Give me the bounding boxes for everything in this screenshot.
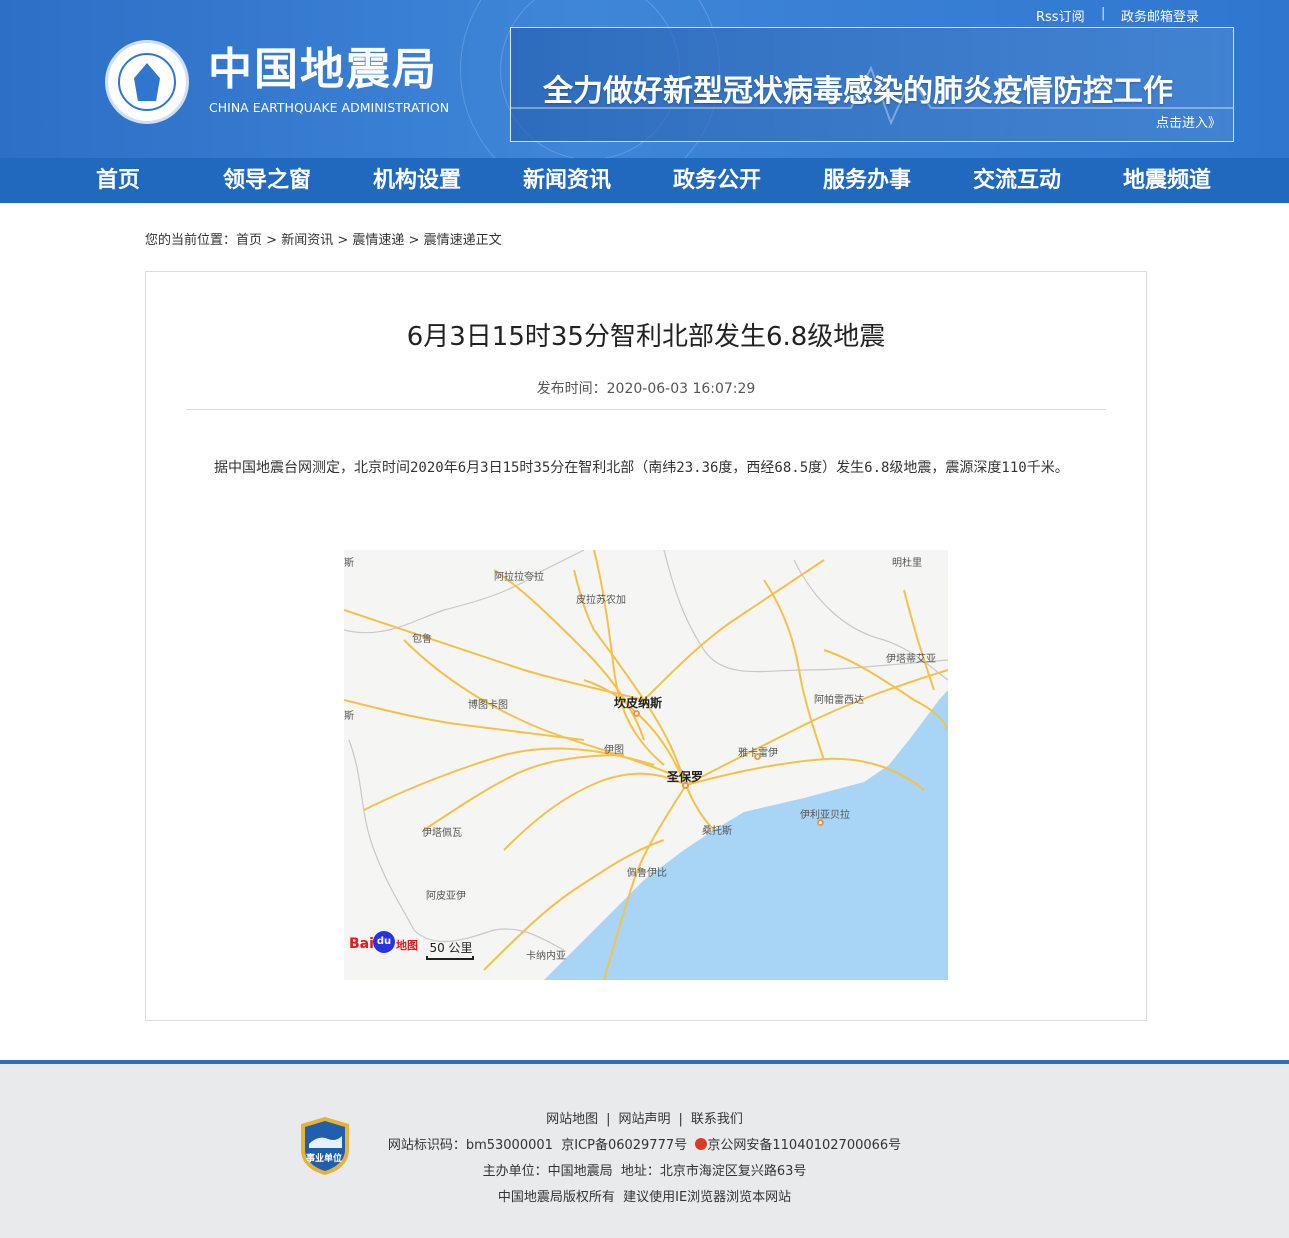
map-scale-label: 50 公里 xyxy=(429,941,473,955)
map-city-label: 皮拉苏农加 xyxy=(576,595,626,606)
map-city-label: 桑托斯 xyxy=(702,826,732,837)
map-city-marker xyxy=(682,782,689,789)
breadcrumb-item-news[interactable]: 新闻资讯 xyxy=(281,233,333,248)
icp-link[interactable]: 京ICP备06029777号 xyxy=(561,1138,687,1153)
address-text: 地址：北京市海淀区复兴路63号 xyxy=(620,1164,807,1179)
site-footer: 事业单位 网站地图 | 网站声明 | 联系我们 网站标识码：bm53000001 京IC… xyxy=(0,1060,1289,1238)
banner-title: 全力做好新型冠状病毒感染的肺炎疫情防控工作 xyxy=(543,74,1173,109)
map-canvas xyxy=(344,550,948,980)
site-title[interactable]: 中国地震局 xyxy=(208,44,438,96)
map-city-label: 斯 xyxy=(344,558,354,569)
top-link-separator: | xyxy=(1101,6,1106,21)
baidu-map-logo[interactable]: Bai du 地图 xyxy=(347,931,423,957)
breadcrumb-item-current[interactable]: 震情速递正文 xyxy=(424,233,502,248)
epicenter-map[interactable]: 斯 阿拉拉夸拉 皮拉苏农加 明杜里 包鲁 伊塔蒂艾亚 博图卡图 阿帕雷西达 斯 … xyxy=(344,550,948,980)
breadcrumb-item-home[interactable]: 首页 xyxy=(236,233,262,248)
footer-link-sitemap[interactable]: 网站地图 xyxy=(546,1112,598,1127)
title-divider xyxy=(186,409,1106,410)
map-city-label: 斯 xyxy=(344,711,354,722)
map-city-label: 阿拉拉夸拉 xyxy=(494,572,544,583)
nav-item-home[interactable]: 首页 xyxy=(96,158,140,203)
site-subtitle: CHINA EARTHQUAKE ADMINISTRATION xyxy=(209,100,450,115)
breadcrumb-separator: > xyxy=(262,233,282,248)
footer-copyright-line: 中国地震局版权所有 建议使用IE浏览器浏览本网站 xyxy=(0,1186,1289,1205)
banner-enter-link[interactable]: 点击进入》 xyxy=(1156,112,1221,131)
footer-link-statement[interactable]: 网站声明 xyxy=(618,1112,670,1127)
map-city-label: 伊利亚贝拉 xyxy=(800,810,850,821)
site-id-value: bm53000001 xyxy=(465,1138,553,1153)
map-city-label: 伊塔佩瓦 xyxy=(422,828,462,839)
top-links: Rss订阅 | 政务邮箱登录 xyxy=(1030,6,1220,26)
footer-link-contact[interactable]: 联系我们 xyxy=(691,1112,743,1127)
article-body: 据中国地震台网测定，北京时间2020年6月3日15时35分在智利北部（南纬23.… xyxy=(214,460,1069,476)
browser-tip-text: 建议使用IE浏览器浏览本网站 xyxy=(623,1190,792,1205)
nav-item-organization[interactable]: 机构设置 xyxy=(373,158,461,203)
map-city-label: 佩鲁伊比 xyxy=(627,868,667,879)
publish-label: 发布时间： xyxy=(536,381,607,397)
rss-link[interactable]: Rss订阅 xyxy=(1036,6,1085,25)
map-city-label: 卡纳内亚 xyxy=(526,951,566,962)
baidu-logo-text: Bai xyxy=(349,936,374,952)
nav-item-services[interactable]: 服务办事 xyxy=(823,158,911,203)
footer-link-separator: | xyxy=(678,1112,683,1127)
police-badge-icon xyxy=(695,1138,708,1150)
copyright-text: 中国地震局版权所有 xyxy=(497,1190,615,1205)
nav-item-interaction[interactable]: 交流互动 xyxy=(973,158,1061,203)
sea-area xyxy=(544,690,948,980)
baidu-logo-suffix: 地图 xyxy=(396,939,418,952)
footer-links: 网站地图 | 网站声明 | 联系我们 xyxy=(0,1108,1289,1127)
site-id-label: 网站标识码： xyxy=(387,1138,466,1153)
nav-item-news[interactable]: 新闻资讯 xyxy=(523,158,611,203)
publish-time: 2020-06-03 16:07:29 xyxy=(606,381,756,397)
article-container: 6月3日15时35分智利北部发生6.8级地震 发布时间：2020-06-03 1… xyxy=(145,271,1147,1021)
nav-item-earthquake-channel[interactable]: 地震频道 xyxy=(1123,158,1211,203)
baidu-paw-icon: du xyxy=(373,931,395,953)
map-city-marker xyxy=(633,710,640,717)
footer-link-separator: | xyxy=(606,1112,611,1127)
map-city-label: 伊塔蒂艾亚 xyxy=(886,654,936,665)
map-city-label: 伊图 xyxy=(604,745,624,756)
nav-item-leaders[interactable]: 领导之窗 xyxy=(223,158,311,203)
footer-sponsor-line: 主办单位：中国地震局 地址：北京市海淀区复兴路63号 xyxy=(0,1160,1289,1179)
map-city-marker xyxy=(817,819,824,826)
mail-login-link[interactable]: 政务邮箱登录 xyxy=(1121,6,1199,25)
breadcrumb-prefix: 您的当前位置： xyxy=(145,233,237,248)
map-scale-bar xyxy=(426,956,474,960)
map-city-label: 博图卡图 xyxy=(468,700,508,711)
map-scale: 50 公里 xyxy=(426,939,476,960)
map-city-marker xyxy=(754,753,761,760)
map-city-label: 包鲁 xyxy=(412,634,432,645)
map-city-label: 明杜里 xyxy=(892,558,922,569)
publish-info: 发布时间：2020-06-03 16:07:29 xyxy=(146,378,1146,398)
map-city-label: 阿皮亚伊 xyxy=(426,891,466,902)
breadcrumb: 您的当前位置：首页 > 新闻资讯 > 震情速递 > 震情速递正文 xyxy=(145,229,502,248)
article-title: 6月3日15时35分智利北部发生6.8级地震 xyxy=(406,322,886,352)
cea-emblem-icon[interactable] xyxy=(105,40,189,124)
sponsor-text: 主办单位：中国地震局 xyxy=(482,1164,613,1179)
police-record-link[interactable]: 京公网安备11040102700066号 xyxy=(707,1138,901,1153)
nav-item-government-affairs[interactable]: 政务公开 xyxy=(673,158,761,203)
breadcrumb-separator: > xyxy=(404,233,424,248)
epidemic-banner[interactable]: 全力做好新型冠状病毒感染的肺炎疫情防控工作 点击进入》 xyxy=(510,27,1234,142)
main-nav: 首页 领导之窗 机构设置 新闻资讯 政务公开 服务办事 交流互动 地震频道 xyxy=(0,158,1289,203)
breadcrumb-separator: > xyxy=(333,233,353,248)
site-header: Rss订阅 | 政务邮箱登录 中国地震局 CHINA EARTHQUAKE AD… xyxy=(0,0,1289,158)
footer-registration-line: 网站标识码：bm53000001 京ICP备06029777号 京公网安备110… xyxy=(0,1134,1289,1153)
map-city-label-major: 坎皮纳斯 xyxy=(614,696,663,710)
map-city-label: 阿帕雷西达 xyxy=(814,695,864,706)
breadcrumb-item-quake-express[interactable]: 震情速递 xyxy=(352,233,404,248)
